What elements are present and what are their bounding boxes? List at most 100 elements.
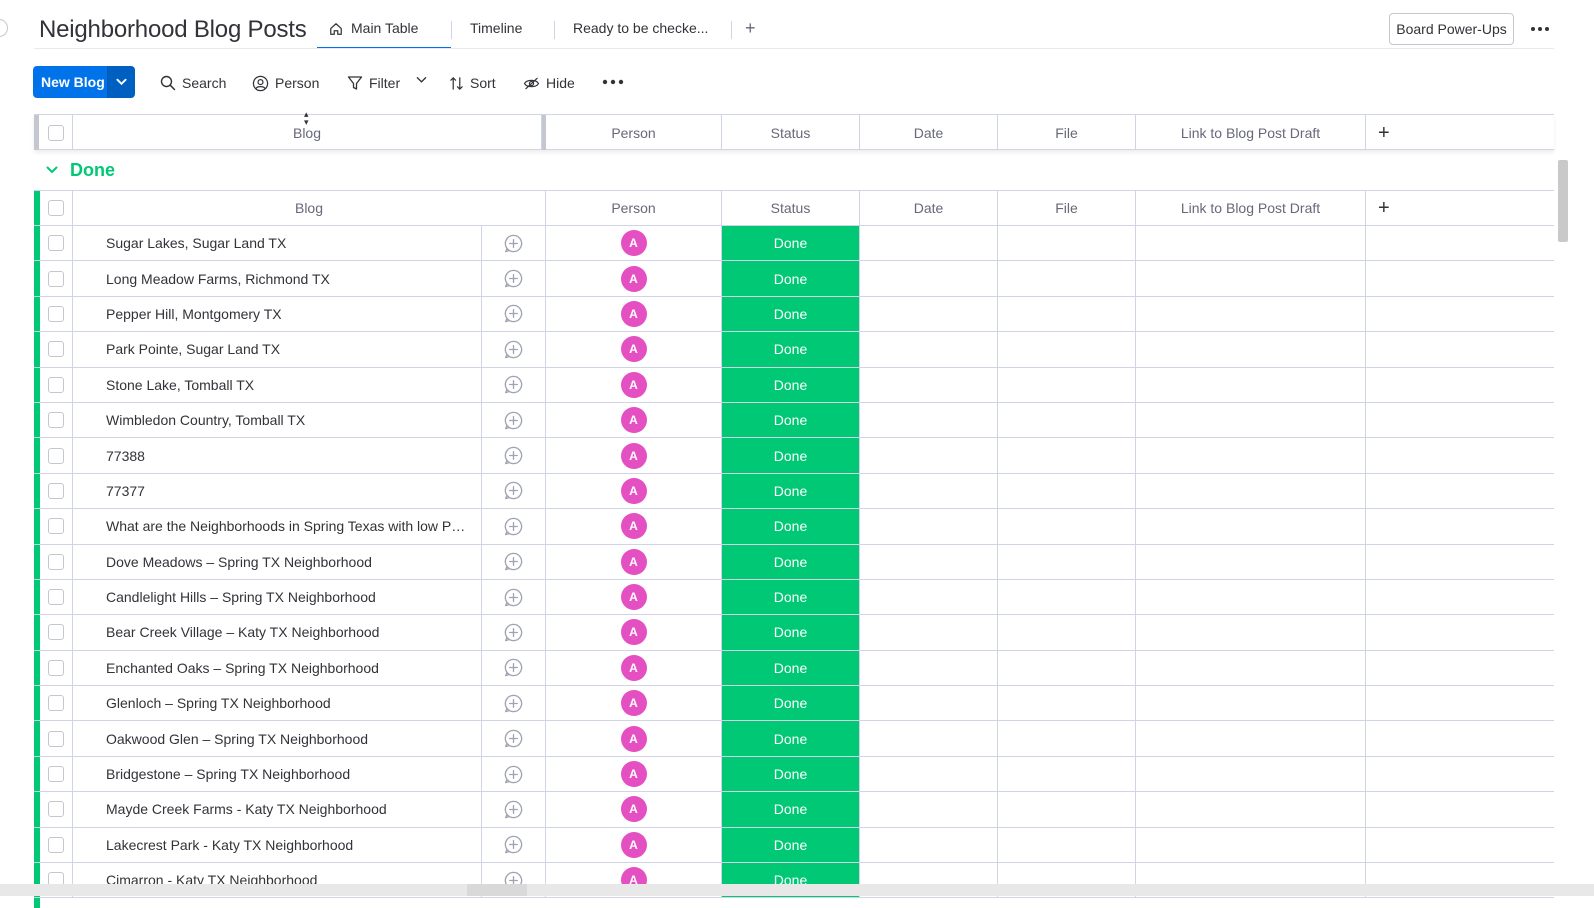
link-cell[interactable] bbox=[1136, 261, 1366, 296]
date-cell[interactable] bbox=[860, 827, 998, 863]
person-cell[interactable]: A bbox=[546, 367, 722, 402]
person-cell[interactable]: A bbox=[546, 579, 722, 615]
item-updates-cell[interactable] bbox=[482, 756, 546, 792]
item-name[interactable]: Bear Creek Village – Katy TX Neighborhoo… bbox=[106, 624, 379, 640]
person-cell[interactable]: A bbox=[546, 686, 722, 721]
column-header-person[interactable]: Person bbox=[546, 115, 722, 150]
status-label[interactable]: Done bbox=[722, 721, 859, 756]
avatar[interactable]: A bbox=[620, 265, 647, 292]
item-updates-cell[interactable] bbox=[482, 438, 546, 473]
item-updates-cell[interactable] bbox=[482, 721, 546, 756]
status-cell[interactable]: Done bbox=[722, 544, 860, 579]
file-cell[interactable] bbox=[998, 332, 1136, 367]
status-cell[interactable]: Done bbox=[722, 367, 860, 402]
avatar[interactable]: A bbox=[620, 336, 647, 363]
table-row[interactable]: Mayde Creek Farms - Katy TX Neighborhood… bbox=[34, 792, 1554, 828]
item-updates-cell[interactable] bbox=[482, 261, 546, 296]
table-row[interactable]: Dove Meadows – Spring TX Neighborhood A … bbox=[34, 544, 1554, 580]
status-label[interactable]: Done bbox=[722, 438, 859, 473]
avatar[interactable]: A bbox=[620, 796, 647, 823]
item-name[interactable]: Enchanted Oaks – Spring TX Neighborhood bbox=[106, 660, 379, 676]
file-cell[interactable] bbox=[998, 827, 1136, 863]
link-cell[interactable] bbox=[1136, 332, 1366, 367]
add-update-icon[interactable] bbox=[503, 268, 524, 289]
status-label[interactable]: Done bbox=[722, 226, 859, 261]
date-cell[interactable] bbox=[860, 544, 998, 579]
link-cell[interactable] bbox=[1136, 473, 1366, 509]
status-label[interactable]: Done bbox=[722, 756, 859, 792]
group-title[interactable]: Done bbox=[70, 160, 115, 181]
table-row[interactable]: Wimbledon Country, Tomball TX A Done bbox=[34, 402, 1554, 439]
tab-timeline[interactable]: Timeline bbox=[470, 19, 522, 49]
person-cell[interactable]: A bbox=[546, 650, 722, 686]
file-cell[interactable] bbox=[998, 367, 1136, 402]
status-cell[interactable]: Done bbox=[722, 296, 860, 332]
item-name-cell[interactable]: 77388 bbox=[73, 438, 482, 473]
column-header-person[interactable]: Person bbox=[546, 191, 722, 225]
row-checkbox[interactable] bbox=[48, 341, 64, 358]
status-label[interactable]: Done bbox=[722, 650, 859, 686]
item-name-cell[interactable]: Lakecrest Park - Katy TX Neighborhood bbox=[73, 827, 482, 863]
avatar[interactable]: A bbox=[620, 761, 647, 788]
file-cell[interactable] bbox=[998, 509, 1136, 544]
item-name-cell[interactable]: Pepper Hill, Montgomery TX bbox=[73, 296, 482, 332]
row-checkbox[interactable] bbox=[48, 730, 64, 747]
item-name[interactable]: Bridgestone – Spring TX Neighborhood bbox=[106, 766, 350, 782]
file-cell[interactable] bbox=[998, 756, 1136, 792]
status-label[interactable]: Done bbox=[722, 579, 859, 615]
status-label[interactable]: Done bbox=[722, 686, 859, 721]
status-cell[interactable]: Done bbox=[722, 756, 860, 792]
tab-main-table[interactable]: Main Table bbox=[317, 19, 451, 49]
table-row[interactable]: Bridgestone – Spring TX Neighborhood A D… bbox=[34, 756, 1554, 793]
add-update-icon[interactable] bbox=[503, 233, 524, 254]
row-checkbox[interactable] bbox=[48, 447, 64, 464]
table-row[interactable]: 77388 A Done bbox=[34, 438, 1554, 474]
vertical-scrollbar[interactable] bbox=[1558, 160, 1568, 242]
row-checkbox[interactable] bbox=[48, 766, 64, 783]
avatar[interactable]: A bbox=[620, 513, 647, 540]
row-checkbox[interactable] bbox=[48, 518, 64, 535]
person-cell[interactable]: A bbox=[546, 332, 722, 367]
link-cell[interactable] bbox=[1136, 686, 1366, 721]
item-updates-cell[interactable] bbox=[482, 509, 546, 544]
date-cell[interactable] bbox=[860, 226, 998, 261]
item-updates-cell[interactable] bbox=[482, 650, 546, 686]
row-checkbox[interactable] bbox=[48, 305, 64, 322]
link-cell[interactable] bbox=[1136, 756, 1366, 792]
date-cell[interactable] bbox=[860, 438, 998, 473]
person-cell[interactable]: A bbox=[546, 827, 722, 863]
date-cell[interactable] bbox=[860, 615, 998, 650]
person-cell[interactable]: A bbox=[546, 721, 722, 756]
status-cell[interactable]: Done bbox=[722, 686, 860, 721]
item-name-cell[interactable]: Candlelight Hills – Spring TX Neighborho… bbox=[73, 579, 482, 615]
item-name-cell[interactable]: Bear Creek Village – Katy TX Neighborhoo… bbox=[73, 615, 482, 650]
person-cell[interactable]: A bbox=[546, 615, 722, 650]
select-group-checkbox[interactable] bbox=[48, 200, 64, 216]
person-cell[interactable]: A bbox=[546, 438, 722, 473]
person-cell[interactable]: A bbox=[546, 792, 722, 827]
add-update-icon[interactable] bbox=[503, 551, 524, 572]
person-cell[interactable]: A bbox=[546, 402, 722, 438]
file-cell[interactable] bbox=[998, 226, 1136, 261]
horizontal-scrollbar-track[interactable] bbox=[0, 884, 1594, 896]
new-blog-dropdown-button[interactable] bbox=[107, 66, 135, 98]
item-name-cell[interactable]: Long Meadow Farms, Richmond TX bbox=[73, 261, 482, 296]
link-cell[interactable] bbox=[1136, 544, 1366, 579]
item-name[interactable]: Sugar Lakes, Sugar Land TX bbox=[106, 235, 286, 251]
avatar[interactable]: A bbox=[620, 584, 647, 611]
add-update-icon[interactable] bbox=[503, 799, 524, 820]
link-cell[interactable] bbox=[1136, 438, 1366, 473]
item-name[interactable]: What are the Neighborhoods in Spring Tex… bbox=[106, 518, 468, 534]
row-checkbox[interactable] bbox=[48, 235, 64, 252]
item-name[interactable]: 77388 bbox=[106, 448, 145, 464]
table-row[interactable]: 77377 A Done bbox=[34, 473, 1554, 510]
item-name[interactable]: Stone Lake, Tomball TX bbox=[106, 377, 254, 393]
date-cell[interactable] bbox=[860, 402, 998, 438]
file-cell[interactable] bbox=[998, 438, 1136, 473]
item-name[interactable]: Wimbledon Country, Tomball TX bbox=[106, 412, 305, 428]
status-cell[interactable]: Done bbox=[722, 579, 860, 615]
row-checkbox[interactable] bbox=[48, 589, 64, 606]
item-name-cell[interactable]: 77377 bbox=[73, 473, 482, 509]
filter-button[interactable]: Filter bbox=[347, 72, 400, 94]
status-label[interactable]: Done bbox=[722, 509, 859, 544]
